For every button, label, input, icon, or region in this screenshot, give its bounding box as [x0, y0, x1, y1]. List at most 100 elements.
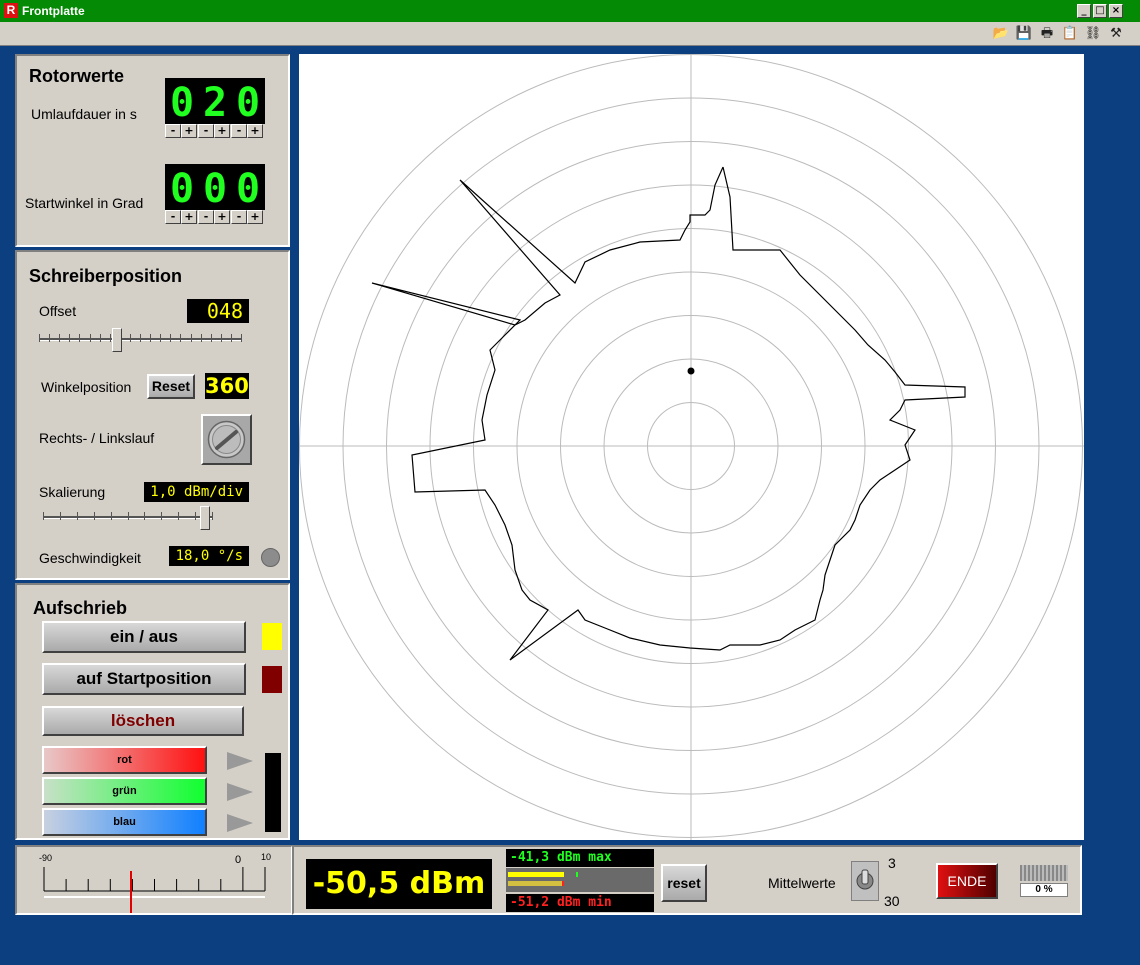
winkel-value: 360 [205, 373, 249, 399]
meter-zero-label: 0 [235, 854, 241, 866]
reset-level-button[interactable]: reset [661, 864, 707, 902]
progress-text: 0 % [1020, 883, 1068, 897]
close-button[interactable]: × [1109, 4, 1123, 18]
skalierung-tick [128, 512, 129, 520]
geschw-label: Geschwindigkeit [39, 550, 141, 566]
skalierung-tick [178, 512, 179, 520]
title-bar: R Frontplatte _ □ × [0, 0, 1140, 22]
minimize-button[interactable]: _ [1077, 4, 1091, 18]
skalierung-tick [111, 512, 112, 520]
print-icon[interactable]: 🖶 [1038, 25, 1056, 43]
rot-button[interactable]: rot [42, 746, 207, 774]
skalierung-tick [94, 512, 95, 520]
umlauf-minus-3[interactable]: - [231, 124, 247, 138]
maximize-button[interactable]: □ [1093, 4, 1107, 18]
toggle-switch-icon [856, 869, 874, 890]
ein-aus-button[interactable]: ein / aus [42, 621, 246, 653]
start-digit: 0 [235, 166, 261, 212]
offset-tick [170, 334, 171, 342]
start-digit: 0 [169, 166, 195, 212]
skalierung-label: Skalierung [39, 484, 106, 500]
level-bargraph [506, 868, 654, 892]
tools-icon[interactable]: ⚒ [1107, 25, 1125, 43]
start-plus-2[interactable]: + [214, 210, 230, 224]
play-icon [227, 814, 253, 832]
color-indicator [265, 753, 281, 832]
offset-value: 048 [187, 299, 249, 323]
offset-tick [49, 334, 50, 342]
clipboard-icon[interactable]: 📋 [1061, 25, 1079, 43]
polar-chart [299, 54, 1084, 840]
skalierung-slider-thumb[interactable] [200, 506, 210, 530]
umlauf-digit: 2 [202, 80, 228, 126]
startposition-led [262, 666, 282, 693]
offset-label: Offset [39, 303, 77, 319]
speed-led [261, 548, 280, 567]
offset-tick [39, 334, 40, 342]
skalierung-tick [195, 512, 196, 520]
bar-current [508, 872, 564, 877]
winkel-label: Winkelposition [41, 379, 132, 395]
mittelwerte-option-3: 3 [888, 855, 896, 871]
max-value: -41,3 dBm max [506, 849, 654, 867]
offset-tick [231, 334, 232, 342]
rotor-panel: Rotorwerte Umlaufdauer in s 0 2 0 - + - … [15, 54, 290, 247]
open-icon[interactable]: 📂 [992, 25, 1010, 43]
skalierung-tick [144, 512, 145, 520]
offset-tick [100, 334, 101, 342]
min-value: -51,2 dBm min [506, 894, 654, 912]
umlauf-minus-2[interactable]: - [198, 124, 214, 138]
offset-slider-thumb[interactable] [112, 328, 122, 352]
umlauf-plus-3[interactable]: + [247, 124, 263, 138]
umlauf-digit: 0 [235, 80, 261, 126]
umlauf-minus-1[interactable]: - [165, 124, 181, 138]
aufschrieb-panel: Aufschrieb ein / aus auf Startposition l… [15, 583, 290, 840]
start-plus-3[interactable]: + [247, 210, 263, 224]
knob-icon [207, 420, 246, 459]
start-minus-1[interactable]: - [165, 210, 181, 224]
reset-winkel-button[interactable]: Reset [147, 374, 195, 399]
start-display: 0 0 0 - + - + - + [165, 164, 265, 224]
umlauf-plus-2[interactable]: + [214, 124, 230, 138]
blau-button[interactable]: blau [42, 808, 207, 836]
window-title: Frontplatte [22, 4, 85, 18]
startposition-button[interactable]: auf Startposition [42, 663, 246, 695]
start-minus-2[interactable]: - [198, 210, 214, 224]
start-plus-1[interactable]: + [181, 210, 197, 224]
direction-knob[interactable] [201, 414, 252, 465]
umlauf-plus-1[interactable]: + [181, 124, 197, 138]
offset-tick [191, 334, 192, 342]
skalierung-slider[interactable] [43, 504, 213, 532]
gruen-button[interactable]: grün [42, 777, 207, 805]
schreiber-panel: Schreiberposition Offset 048 Winkelposit… [15, 250, 290, 580]
start-label: Startwinkel in Grad [25, 195, 144, 211]
start-minus-3[interactable]: - [231, 210, 247, 224]
offset-slider[interactable] [39, 326, 242, 354]
geschw-value: 18,0 °/s [169, 546, 249, 566]
info-panel: -50,5 dBm -41,3 dBm max -51,2 dBm min re… [292, 845, 1082, 915]
polar-trace [371, 166, 966, 661]
level-value: -50,5 dBm [306, 859, 492, 909]
umlauf-label: Umlaufdauer in s [31, 106, 137, 122]
start-digit: 0 [202, 166, 228, 212]
skalierung-tick [60, 512, 61, 520]
bar-min [508, 881, 564, 886]
umlauf-display: 0 2 0 - + - + - + [165, 78, 265, 138]
offset-tick [160, 334, 161, 342]
loeschen-button[interactable]: löschen [42, 706, 244, 736]
offset-tick [241, 334, 242, 342]
bar-max-marker [576, 872, 578, 877]
aufschrieb-title: Aufschrieb [33, 598, 128, 618]
meter-panel: -90 0 10 [15, 845, 293, 915]
save-icon[interactable]: 💾 [1015, 25, 1033, 43]
ende-button[interactable]: ENDE [936, 863, 998, 899]
footer-background [0, 915, 1140, 965]
mittelwerte-toggle[interactable] [851, 861, 879, 901]
play-icon [227, 752, 253, 770]
skalierung-value: 1,0 dBm/div [144, 482, 249, 502]
toolbar: 📂 💾 🖶 📋 ⛓ ⚒ [0, 22, 1140, 46]
app-icon: R [4, 3, 18, 18]
offset-tick [150, 334, 151, 342]
link-icon[interactable]: ⛓ [1084, 25, 1102, 43]
polar-plot [299, 54, 1084, 840]
